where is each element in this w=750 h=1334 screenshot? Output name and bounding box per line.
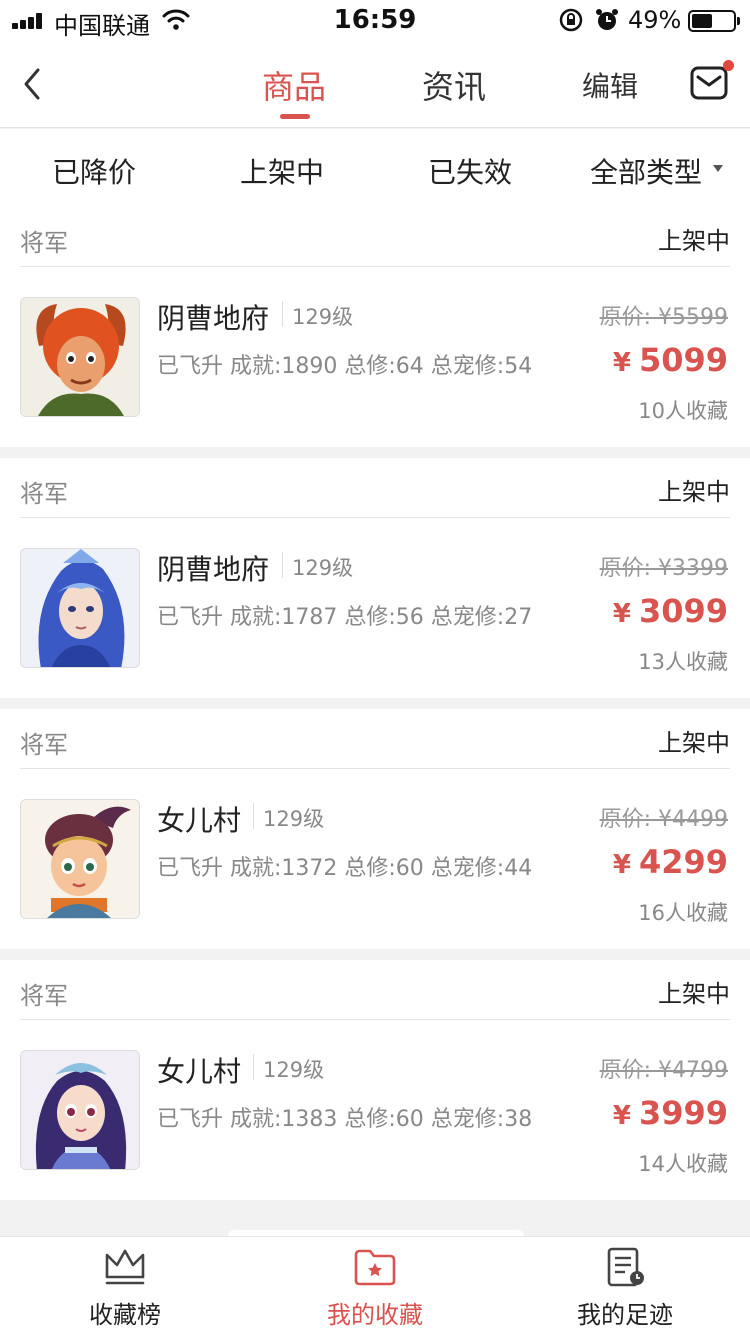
favorite-count: 13人收藏 bbox=[638, 650, 728, 674]
list-item[interactable]: 将军 上架中 阴曹地府 129级 已飞升 成就:1787 总修:56 总宠修:2… bbox=[0, 458, 750, 698]
character-avatar bbox=[20, 297, 140, 417]
character-avatar bbox=[20, 799, 140, 919]
item-category: 将军 bbox=[20, 229, 68, 257]
character-stats: 已飞升 成就:1787 总修:56 总宠修:27 bbox=[157, 605, 533, 630]
battery-percentage: 49% bbox=[628, 6, 682, 34]
character-level: 129级 bbox=[292, 305, 354, 329]
current-price: ¥4299 bbox=[612, 843, 728, 881]
character-school: 女儿村 bbox=[157, 1055, 242, 1088]
favorite-count: 14人收藏 bbox=[638, 1152, 728, 1176]
crown-icon bbox=[105, 1249, 145, 1285]
item-category: 将军 bbox=[20, 731, 68, 759]
character-stats: 已飞升 成就:1372 总修:60 总宠修:44 bbox=[157, 856, 533, 881]
character-stats: 已飞升 成就:1383 总修:60 总宠修:38 bbox=[157, 1107, 533, 1132]
current-price: ¥3099 bbox=[612, 592, 728, 630]
item-category: 将军 bbox=[20, 480, 68, 508]
mail-icon bbox=[690, 66, 728, 100]
item-header: 将军 上架中 bbox=[20, 960, 730, 1020]
divider bbox=[253, 1054, 254, 1080]
filter-bar: 已降价 上架中 已失效 全部类型 bbox=[0, 129, 750, 207]
nav-header: 商品 资讯 编辑 bbox=[0, 40, 750, 128]
history-icon bbox=[607, 1247, 644, 1287]
character-school: 女儿村 bbox=[157, 804, 242, 837]
character-school: 阴曹地府 bbox=[157, 553, 270, 586]
status-bar: 中国联通 16:59 49% bbox=[0, 0, 750, 40]
alarm-icon bbox=[596, 9, 618, 30]
tab-label: 收藏榜 bbox=[89, 1301, 161, 1329]
tab-my-history[interactable]: 我的足迹 bbox=[500, 1237, 750, 1334]
favorite-count: 10人收藏 bbox=[638, 399, 728, 423]
current-price: ¥3999 bbox=[612, 1094, 728, 1132]
divider bbox=[282, 552, 283, 578]
dropdown-caret-icon bbox=[713, 165, 723, 172]
divider bbox=[282, 301, 283, 327]
edit-button[interactable]: 编辑 bbox=[582, 65, 638, 105]
filter-all-types[interactable]: 全部类型 bbox=[590, 151, 702, 191]
message-button[interactable] bbox=[690, 60, 734, 100]
list-item[interactable]: 将军 上架中 女儿村 129级 已飞升 成就:1383 总修:60 总宠修:38… bbox=[0, 960, 750, 1200]
active-tab-indicator bbox=[280, 114, 310, 119]
character-stats: 已飞升 成就:1890 总修:64 总宠修:54 bbox=[157, 354, 533, 379]
tab-label: 我的收藏 bbox=[327, 1301, 423, 1329]
item-category: 将军 bbox=[20, 982, 68, 1010]
back-arrow-icon[interactable] bbox=[18, 64, 48, 104]
original-price: 原价: ¥5599 bbox=[599, 305, 728, 330]
character-avatar bbox=[20, 548, 140, 668]
character-level: 129级 bbox=[263, 807, 325, 831]
item-status: 上架中 bbox=[658, 227, 730, 255]
original-price: 原价: ¥4499 bbox=[599, 807, 728, 832]
rotation-lock-icon bbox=[559, 8, 583, 32]
character-level: 129级 bbox=[292, 556, 354, 580]
tab-my-favorites[interactable]: 我的收藏 bbox=[250, 1237, 500, 1334]
character-school: 阴曹地府 bbox=[157, 302, 270, 335]
unread-dot bbox=[723, 60, 734, 71]
item-header: 将军 上架中 bbox=[20, 709, 730, 769]
battery-icon bbox=[688, 10, 740, 32]
original-price: 原价: ¥3399 bbox=[599, 556, 728, 581]
filter-expired[interactable]: 已失效 bbox=[428, 151, 512, 191]
favorite-folder-icon bbox=[354, 1249, 396, 1286]
divider bbox=[253, 803, 254, 829]
filter-price-dropped[interactable]: 已降价 bbox=[52, 151, 136, 191]
tab-ranking[interactable]: 收藏榜 bbox=[0, 1237, 250, 1334]
tab-news[interactable]: 资讯 bbox=[422, 62, 486, 108]
item-header: 将军 上架中 bbox=[20, 458, 730, 518]
list-item[interactable]: 将军 上架中 阴曹地府 129级 已飞升 成就:1890 总修:64 总宠修:5… bbox=[0, 207, 750, 447]
character-avatar bbox=[20, 1050, 140, 1170]
favorite-count: 16人收藏 bbox=[638, 901, 728, 925]
original-price: 原价: ¥4799 bbox=[599, 1058, 728, 1083]
character-level: 129级 bbox=[263, 1058, 325, 1082]
tab-label: 我的足迹 bbox=[577, 1301, 673, 1329]
item-status: 上架中 bbox=[658, 729, 730, 757]
item-status: 上架中 bbox=[658, 980, 730, 1008]
tab-goods[interactable]: 商品 bbox=[262, 62, 326, 108]
bottom-tab-bar: 收藏榜 我的收藏 我的足迹 bbox=[0, 1236, 750, 1334]
item-header: 将军 上架中 bbox=[20, 207, 730, 267]
list-item[interactable]: 将军 上架中 女儿村 129级 已飞升 成就:1372 总修:60 总宠修:44… bbox=[0, 709, 750, 949]
item-status: 上架中 bbox=[658, 478, 730, 506]
filter-on-sale[interactable]: 上架中 bbox=[240, 151, 324, 191]
current-price: ¥5099 bbox=[612, 341, 728, 379]
